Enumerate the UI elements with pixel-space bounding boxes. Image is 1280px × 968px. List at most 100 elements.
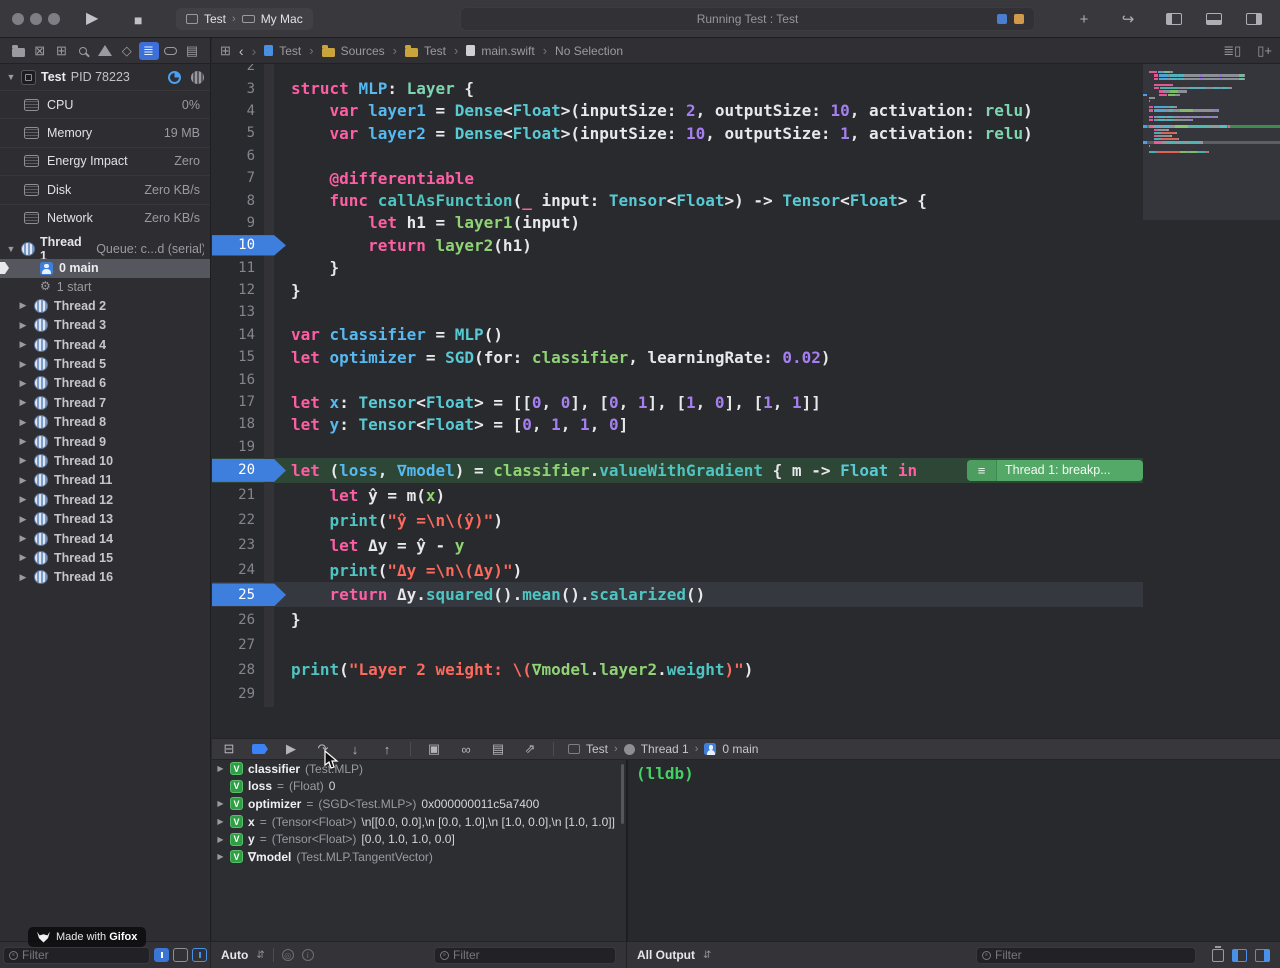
gauge-row-energy-impact[interactable]: Energy ImpactZero xyxy=(0,147,210,175)
watch-icon[interactable]: ◎ xyxy=(282,949,294,961)
sidebar-item-thread-6[interactable]: ▶Thread 6 xyxy=(0,374,210,393)
navigator-tab-project[interactable] xyxy=(8,42,28,60)
filter-view-toggle[interactable] xyxy=(192,948,207,962)
sidebar-item-thread-8[interactable]: ▶Thread 8 xyxy=(0,412,210,431)
sidebar-item-thread-11[interactable]: ▶Thread 11 xyxy=(0,471,210,490)
disclosure-triangle-icon[interactable]: ▶ xyxy=(18,320,28,331)
variable-row-x[interactable]: ▶Vx=(Tensor<Float>)\n[[0.0, 0.0],\n [0.0… xyxy=(212,813,626,831)
forward-button[interactable]: › xyxy=(252,43,257,59)
variable-row-y[interactable]: ▶Vy=(Tensor<Float>)[0.0, 1.0, 1.0, 0.0] xyxy=(212,830,626,848)
info-icon[interactable]: i xyxy=(302,949,314,961)
navigator-tab-tests[interactable]: ◇ xyxy=(117,42,137,60)
disclosure-triangle-icon[interactable]: ▶ xyxy=(18,494,28,505)
window-minimize-button[interactable] xyxy=(30,13,42,25)
disclosure-triangle-icon[interactable]: ▶ xyxy=(18,417,28,428)
navigator-tab-debug[interactable]: ≣ xyxy=(139,42,159,60)
disclosure-triangle-icon[interactable]: ▶ xyxy=(18,300,28,311)
line-number[interactable]: 14 xyxy=(212,327,264,343)
disclosure-triangle-icon[interactable]: ▶ xyxy=(216,835,225,844)
line-number[interactable]: 19 xyxy=(212,439,264,455)
scheme-selector[interactable]: Test › My Mac xyxy=(176,8,313,30)
variable-row-classifier[interactable]: ▶Vclassifier(Test.MLP) xyxy=(212,760,626,778)
sidebar-item-thread-10[interactable]: ▶Thread 10 xyxy=(0,451,210,470)
breadcrumb-item[interactable]: Test xyxy=(279,44,301,58)
gauge-row-disk[interactable]: DiskZero KB/s xyxy=(0,175,210,203)
toggle-debug-area-button[interactable] xyxy=(1198,7,1230,31)
sidebar-item-thread-2[interactable]: ▶Thread 2 xyxy=(0,296,210,315)
step-into-button[interactable]: ↓ xyxy=(346,742,364,757)
navigator-tab-reports[interactable]: ▤ xyxy=(182,42,202,60)
line-number[interactable]: 11 xyxy=(212,260,264,276)
navigator-tab-find[interactable] xyxy=(73,42,93,60)
stack-frame-1-start[interactable]: ⚙1 start xyxy=(0,278,210,297)
line-number[interactable]: 2 xyxy=(212,64,264,74)
line-number[interactable]: 4 xyxy=(212,103,264,119)
disclosure-triangle-icon[interactable]: ▶ xyxy=(18,339,28,350)
console-filter-input[interactable]: ≡ Filter xyxy=(976,947,1196,964)
line-number[interactable]: 3 xyxy=(212,81,264,97)
minimap[interactable] xyxy=(1143,64,1280,220)
sidebar-item-thread-15[interactable]: ▶Thread 15 xyxy=(0,548,210,567)
breakpoint-annotation[interactable]: ≡Thread 1: breakp... xyxy=(967,460,1143,481)
breadcrumb[interactable]: Test›Sources›Test›main.swift›No Selectio… xyxy=(264,43,623,58)
scope-selector[interactable]: Auto xyxy=(221,948,248,962)
sidebar-item-thread-14[interactable]: ▶Thread 14 xyxy=(0,529,210,548)
code-review-button[interactable]: ↪ xyxy=(1112,7,1144,31)
disclosure-triangle-icon[interactable]: ▶ xyxy=(18,552,28,563)
related-items-icon[interactable]: ⊞ xyxy=(220,43,231,59)
breakpoint-indicator[interactable]: 10 xyxy=(212,235,286,255)
disclosure-triangle-icon[interactable]: ▶ xyxy=(18,533,28,544)
disclosure-triangle-icon[interactable]: ▶ xyxy=(18,359,28,370)
disclosure-triangle-icon[interactable]: ▶ xyxy=(18,572,28,583)
line-number[interactable]: 18 xyxy=(212,416,264,432)
clear-console-button[interactable] xyxy=(1212,949,1224,962)
toggle-inspectors-button[interactable] xyxy=(1238,7,1270,31)
continue-button[interactable]: ▶ xyxy=(282,741,300,757)
breakpoints-toggle-button[interactable] xyxy=(252,744,268,754)
gauge-row-network[interactable]: NetworkZero KB/s xyxy=(0,204,210,232)
gauge-row-memory[interactable]: Memory19 MB xyxy=(0,118,210,146)
view-process-icon[interactable] xyxy=(191,71,204,84)
line-number[interactable]: 13 xyxy=(212,304,264,320)
navigator-tab-breakpoints[interactable] xyxy=(160,42,180,60)
disclosure-triangle-icon[interactable]: ▶ xyxy=(18,514,28,525)
line-number[interactable]: 24 xyxy=(212,562,264,578)
disclosure-triangle-icon[interactable]: ▶ xyxy=(216,817,225,826)
disclosure-triangle-icon[interactable]: ▶ xyxy=(216,799,225,808)
environment-overrides-button[interactable]: ▤ xyxy=(489,741,507,757)
line-number[interactable]: 17 xyxy=(212,394,264,410)
breakpoint-indicator[interactable]: 25 xyxy=(212,583,286,606)
console-view[interactable]: (lldb) xyxy=(628,760,1280,941)
line-number[interactable]: 15 xyxy=(212,349,264,365)
show-console-toggle[interactable] xyxy=(1255,949,1270,962)
variable-row-∇model[interactable]: ▶V∇model(Test.MLP.TangentVector) xyxy=(212,848,626,866)
line-number[interactable]: 16 xyxy=(212,372,264,388)
disclosure-triangle-icon[interactable]: ▶ xyxy=(18,397,28,408)
disclosure-triangle-icon[interactable]: ▶ xyxy=(216,764,225,773)
breadcrumb-item[interactable]: Test xyxy=(424,44,446,58)
sidebar-item-thread-3[interactable]: ▶Thread 3 xyxy=(0,316,210,335)
breakpoint-indicator[interactable]: 20 xyxy=(212,459,286,482)
simulate-location-button[interactable]: ⇗ xyxy=(521,741,539,757)
line-number[interactable]: 23 xyxy=(212,537,264,553)
navigator-tab-issues[interactable] xyxy=(95,42,115,60)
disclosure-triangle-icon[interactable]: ▶ xyxy=(18,475,28,486)
navigator-tab-source-control[interactable]: ⊠ xyxy=(30,42,50,60)
disclosure-triangle-icon[interactable]: ▼ xyxy=(6,244,16,254)
memory-graph-button[interactable]: ∞ xyxy=(457,742,475,757)
window-close-button[interactable] xyxy=(12,13,24,25)
library-button[interactable]: + xyxy=(1068,7,1100,31)
line-number[interactable]: 5 xyxy=(212,125,264,141)
variables-scrollbar[interactable] xyxy=(621,764,624,824)
show-variables-toggle[interactable] xyxy=(1232,949,1247,962)
view-ui-hierarchy-button[interactable]: ▣ xyxy=(425,741,443,757)
breadcrumb-item[interactable]: No Selection xyxy=(555,44,623,58)
disclosure-triangle-icon[interactable]: ▼ xyxy=(6,72,16,82)
step-out-button[interactable]: ↑ xyxy=(378,742,396,757)
disclosure-triangle-icon[interactable]: ▶ xyxy=(18,378,28,389)
line-number[interactable]: 22 xyxy=(212,512,264,528)
add-editor-icon[interactable]: ▯+ xyxy=(1257,43,1272,59)
line-number[interactable]: 8 xyxy=(212,193,264,209)
sidebar-item-thread-7[interactable]: ▶Thread 7 xyxy=(0,393,210,412)
line-number[interactable]: 21 xyxy=(212,487,264,503)
